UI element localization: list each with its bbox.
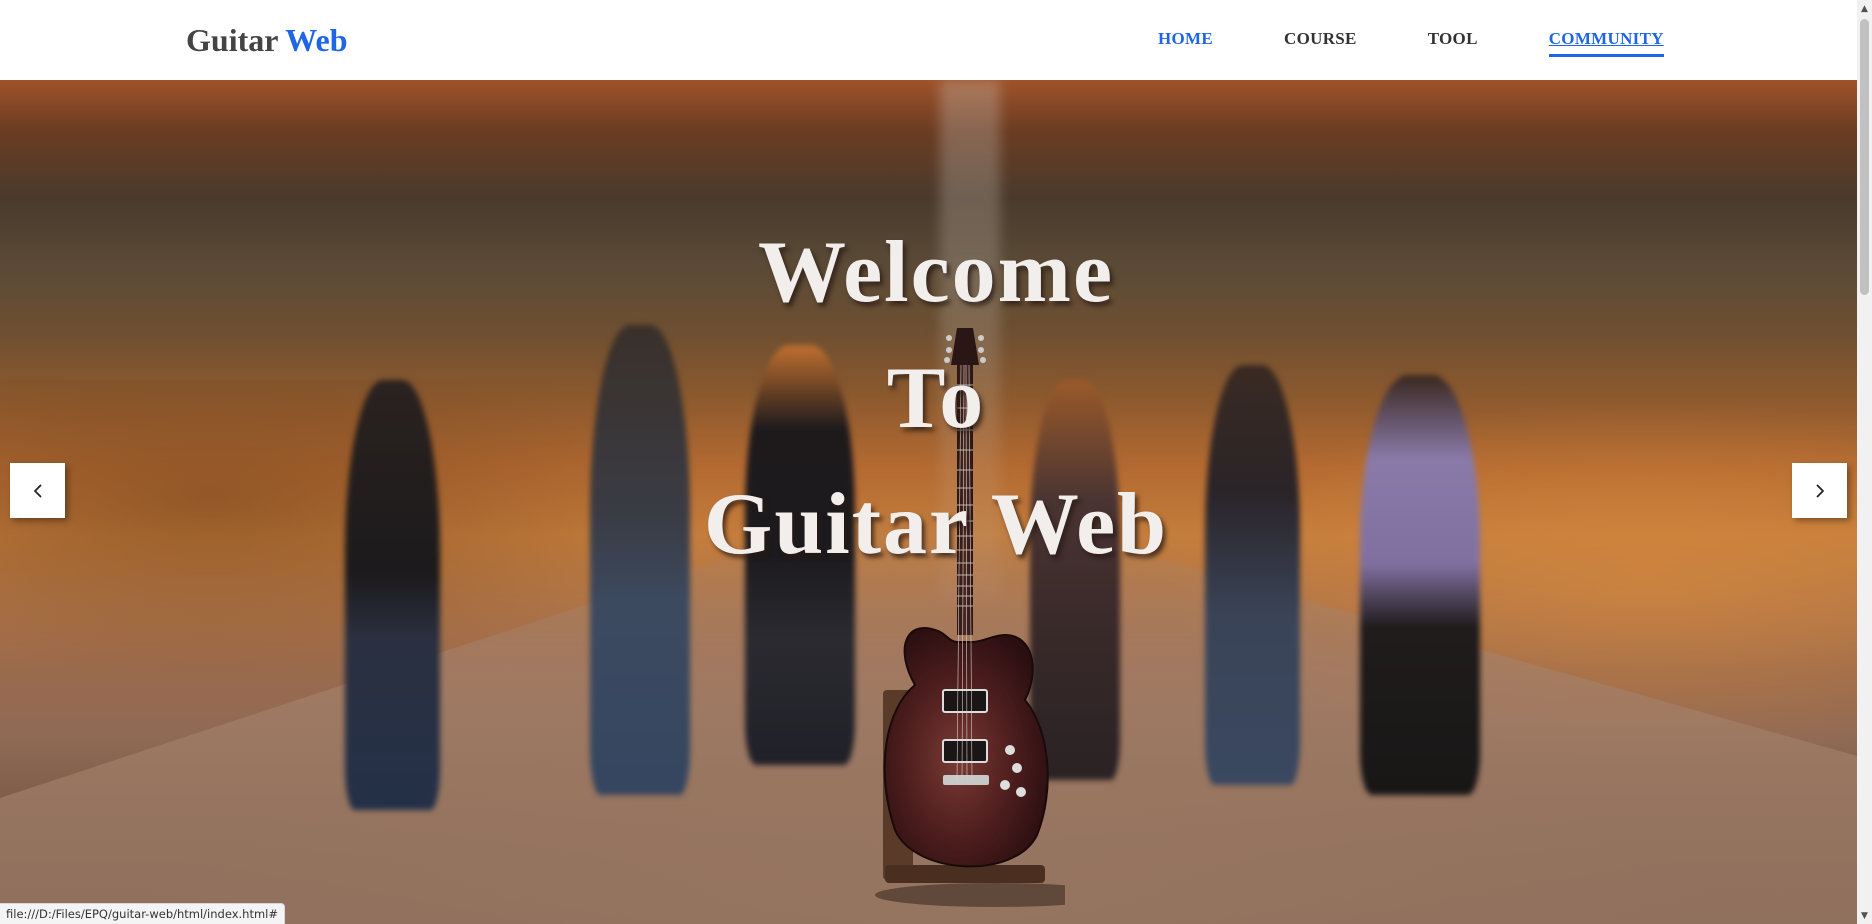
- hero-title: Welcome To Guitar Web: [0, 210, 1857, 588]
- hero-title-line: Welcome: [757, 224, 1115, 321]
- logo-text: Guitar: [186, 22, 278, 58]
- status-bar-url: file:///D:/Files/EPQ/guitar-web/html/ind…: [0, 903, 286, 924]
- hero-title-line: To: [886, 350, 986, 447]
- hero-title-line: Guitar Web: [703, 476, 1169, 573]
- logo-accent-text: Web: [285, 22, 348, 58]
- page: Guitar Web HOME COURSE TOOL COMMUNITY We…: [0, 0, 1872, 924]
- carousel-prev-button[interactable]: [10, 463, 65, 518]
- scroll-up-arrow-icon[interactable]: ▲: [1857, 0, 1872, 17]
- nav-course-link[interactable]: COURSE: [1284, 28, 1357, 57]
- main-nav: HOME COURSE TOOL COMMUNITY: [1158, 28, 1664, 57]
- scrollbar-thumb[interactable]: [1860, 19, 1869, 295]
- vertical-scrollbar[interactable]: ▲ ▼: [1857, 0, 1872, 924]
- chevron-left-icon: [33, 484, 41, 497]
- scroll-down-arrow-icon[interactable]: ▼: [1857, 907, 1872, 924]
- nav-home-link[interactable]: HOME: [1158, 28, 1213, 57]
- site-logo[interactable]: Guitar Web: [186, 20, 348, 60]
- nav-community-link[interactable]: COMMUNITY: [1548, 28, 1664, 57]
- hero-carousel: Welcome To Guitar Web: [0, 80, 1857, 924]
- site-header: Guitar Web HOME COURSE TOOL COMMUNITY: [0, 0, 1857, 80]
- nav-tool-link[interactable]: TOOL: [1428, 28, 1478, 57]
- chevron-right-icon: [1816, 484, 1824, 497]
- carousel-next-button[interactable]: [1792, 463, 1847, 518]
